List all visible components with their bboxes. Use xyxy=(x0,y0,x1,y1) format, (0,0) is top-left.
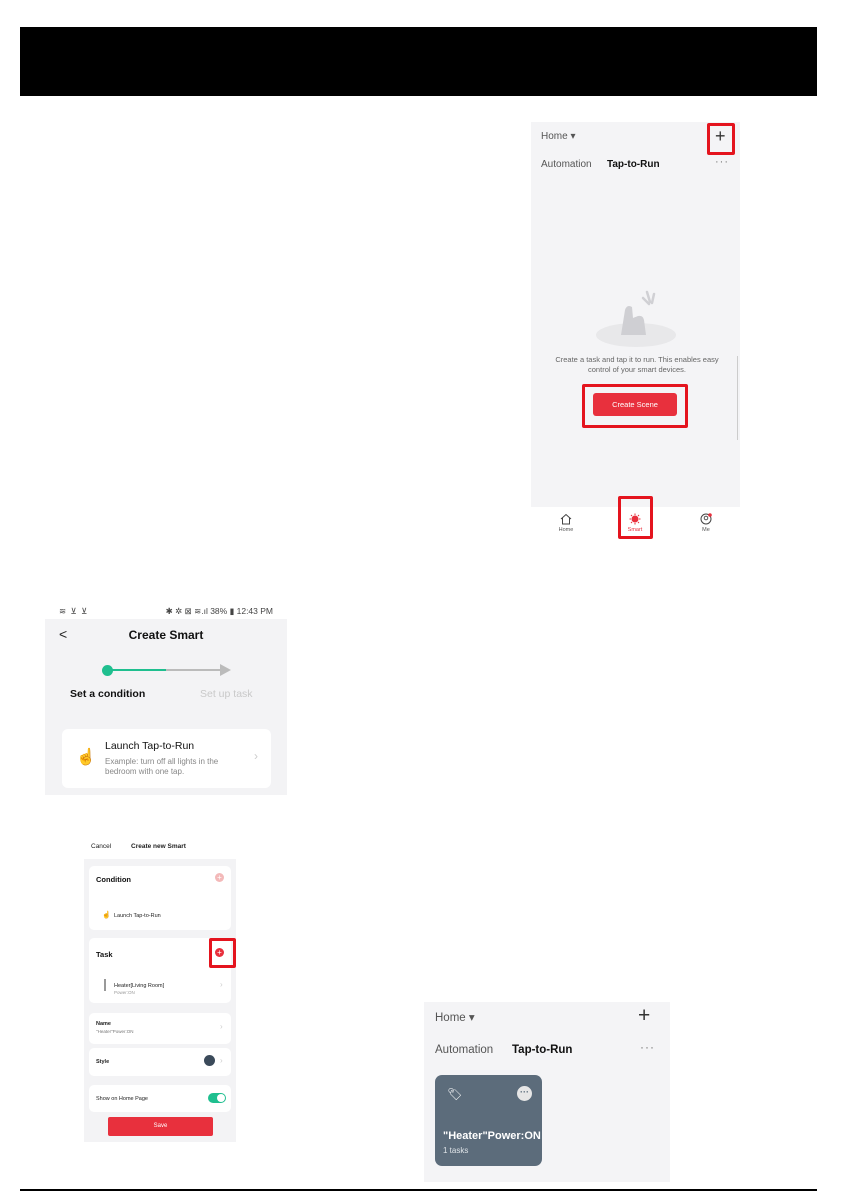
card-label: Launch Tap-to-Run xyxy=(105,740,195,752)
save-button[interactable]: Save xyxy=(108,1117,213,1136)
status-right-info: ✱ ✲ ⊠ ≋.ıl 38% ▮ 12:43 PM xyxy=(165,606,273,616)
tab-tap-to-run[interactable]: Tap-to-Run xyxy=(512,1044,572,1056)
condition-section: Condition + ☝ Launch Tap-to-Run xyxy=(89,866,231,930)
status-bar: ≋ ⊻ ⊻ ✱ ✲ ⊠ ≋.ıl 38% ▮ 12:43 PM xyxy=(45,604,287,619)
progress-done xyxy=(108,669,166,671)
home-dropdown[interactable]: Home ▾ xyxy=(435,1010,475,1024)
chevron-right-icon: › xyxy=(254,749,258,763)
smart-screen-empty: Home ▾ + Automation Tap-to-Run ··· Creat… xyxy=(531,122,740,539)
scene-task-count: 1 tasks xyxy=(443,1146,469,1155)
name-value: "Heater"Power:ON xyxy=(96,1029,134,1034)
style-label: Style xyxy=(96,1059,110,1065)
name-label: Name xyxy=(96,1021,111,1027)
create-new-smart-screen: Cancel Create new Smart Condition + ☝ La… xyxy=(84,837,236,1142)
tap-hand-icon: ☝ xyxy=(76,749,96,766)
page-title: Create Smart xyxy=(128,628,204,642)
tab-smart-label: Smart xyxy=(627,527,643,533)
task-section: Task + Heater[Living Room] Power:ON › xyxy=(89,938,231,1003)
tab-me-label: Me xyxy=(702,527,710,533)
show-home-toggle[interactable] xyxy=(208,1093,226,1103)
chevron-right-icon: › xyxy=(220,1022,223,1031)
chevron-right-icon: › xyxy=(220,980,223,989)
progress-dot xyxy=(102,665,113,676)
progress-remaining xyxy=(166,669,222,671)
scene-name: "Heater"Power:ON xyxy=(443,1130,541,1142)
tab-smart[interactable]: Smart xyxy=(615,513,655,533)
task-item[interactable]: Heater[Living Room] xyxy=(114,983,164,989)
smart-sun-icon xyxy=(629,513,641,525)
task-header: Task xyxy=(96,950,113,959)
home-dropdown[interactable]: Home ▾ xyxy=(541,131,576,142)
add-condition-icon[interactable]: + xyxy=(215,873,224,882)
heater-icon xyxy=(104,979,106,991)
bottom-rule xyxy=(20,1189,817,1191)
header-bar xyxy=(20,27,817,96)
page-title: Create new Smart xyxy=(131,843,186,850)
top-bar: Cancel Create new Smart xyxy=(84,837,236,859)
show-home-label: Show on Home Page xyxy=(96,1096,148,1102)
task-subtext: Power:ON xyxy=(114,990,135,995)
tab-home-label: Home xyxy=(558,527,574,533)
tab-tap-to-run[interactable]: Tap-to-Run xyxy=(607,159,660,170)
scene-card[interactable]: 🏷 ··· "Heater"Power:ON 1 tasks xyxy=(435,1075,542,1166)
step-task: Set up task xyxy=(200,688,253,700)
style-icon xyxy=(204,1055,215,1066)
add-icon[interactable]: + xyxy=(715,126,726,146)
card-description: Example: turn off all lights in the bedr… xyxy=(105,757,219,776)
tap-to-run-list-screen: Home ▾ + Automation Tap-to-Run ··· 🏷 ···… xyxy=(424,1002,670,1182)
add-icon[interactable]: + xyxy=(638,1004,650,1028)
create-smart-screen: ≋ ⊻ ⊻ ✱ ✲ ⊠ ≋.ıl 38% ▮ 12:43 PM < Create… xyxy=(45,604,287,795)
profile-icon xyxy=(700,513,712,525)
more-icon[interactable]: ··· xyxy=(715,156,729,168)
create-scene-button[interactable]: Create Scene xyxy=(593,393,677,416)
condition-item[interactable]: Launch Tap-to-Run xyxy=(114,913,161,919)
launch-tap-to-run-card[interactable]: ☝ Launch Tap-to-Run Example: turn off al… xyxy=(62,729,271,788)
tap-hand-icon: ☝ xyxy=(102,912,111,919)
name-row[interactable]: Name "Heater"Power:ON › xyxy=(89,1013,231,1044)
status-left-icons: ≋ ⊻ ⊻ xyxy=(59,606,89,616)
tab-automation[interactable]: Automation xyxy=(435,1044,493,1056)
chevron-right-icon: › xyxy=(220,1056,223,1065)
more-options-icon[interactable]: ··· xyxy=(517,1086,532,1101)
house-icon xyxy=(560,513,572,525)
condition-header: Condition xyxy=(96,875,131,884)
tab-me[interactable]: Me xyxy=(686,513,726,533)
style-row[interactable]: Style › xyxy=(89,1048,231,1076)
side-divider xyxy=(737,356,738,440)
step-condition: Set a condition xyxy=(70,688,146,700)
bottom-tab-bar: Home Smart Me xyxy=(531,507,740,539)
tap-hand-illustration xyxy=(596,290,676,347)
empty-state-text: Create a task and tap it to run. This en… xyxy=(555,355,719,374)
more-icon[interactable]: ··· xyxy=(640,1040,655,1054)
tab-automation[interactable]: Automation xyxy=(541,159,592,170)
tab-home[interactable]: Home xyxy=(546,513,586,533)
cancel-button[interactable]: Cancel xyxy=(91,843,111,850)
tag-icon: 🏷 xyxy=(447,1087,463,1101)
progress-arrow xyxy=(220,664,231,676)
add-task-icon[interactable]: + xyxy=(215,948,224,957)
manual-page: Home ▾ + Automation Tap-to-Run ··· Creat… xyxy=(0,0,841,1192)
